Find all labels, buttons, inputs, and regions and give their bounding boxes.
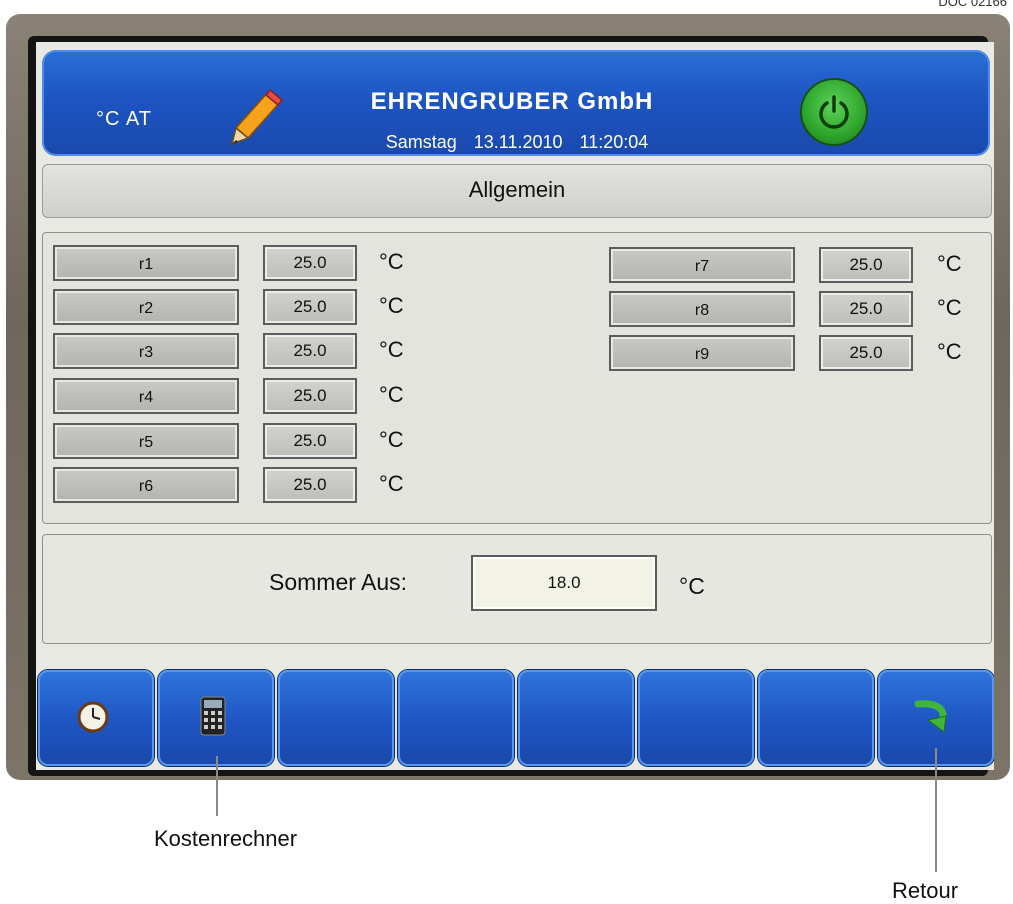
param-button-r1[interactable]: r1 — [53, 245, 239, 281]
pencil-icon[interactable] — [226, 86, 286, 150]
param-value-r5[interactable]: 25.0 — [263, 423, 357, 459]
param-button-r9[interactable]: r9 — [609, 335, 795, 371]
softkey-clock[interactable] — [38, 670, 154, 766]
callout-retour: Retour — [892, 878, 959, 903]
date-time: Samstag 13.11.2010 11:20:04 — [332, 132, 702, 153]
param-unit-r3: °C — [379, 337, 404, 362]
param-unit-r7: °C — [937, 251, 962, 276]
param-value-r7[interactable]: 25.0 — [819, 247, 913, 283]
weekday: Samstag — [385, 132, 457, 152]
softkey-4[interactable] — [398, 670, 514, 766]
summer-off-panel: Sommer Aus: 18.0 °C — [42, 534, 992, 644]
power-icon[interactable] — [802, 80, 866, 144]
company-name: EHRENGRUBER GmbH — [370, 88, 654, 115]
softkey-7[interactable] — [758, 670, 874, 766]
time: 11:20:04 — [579, 132, 649, 152]
parameter-panel: r1 25.0 °C r2 25.0 °C r3 25.0 °C r4 25.0… — [42, 232, 992, 524]
clock-icon — [76, 700, 110, 739]
param-unit-r8: °C — [937, 295, 962, 320]
param-value-r6[interactable]: 25.0 — [263, 467, 357, 503]
date: 13.11.2010 — [473, 132, 563, 152]
param-button-r6[interactable]: r6 — [53, 467, 239, 503]
param-unit-r9: °C — [937, 339, 962, 364]
param-unit-r1: °C — [379, 249, 404, 274]
param-button-r5[interactable]: r5 — [53, 423, 239, 459]
return-arrow-icon — [914, 698, 954, 741]
touch-screen: °C AT EHRENGRUBER GmbH Samstag 13.11.201… — [36, 42, 994, 770]
softkey-3[interactable] — [278, 670, 394, 766]
param-value-r3[interactable]: 25.0 — [263, 333, 357, 369]
param-value-r9[interactable]: 25.0 — [819, 335, 913, 371]
document-id: DOC 02166 — [938, 0, 1007, 9]
param-unit-r6: °C — [379, 471, 404, 496]
param-value-r4[interactable]: 25.0 — [263, 378, 357, 414]
param-button-r3[interactable]: r3 — [53, 333, 239, 369]
param-unit-r2: °C — [379, 293, 404, 318]
softkey-bar — [36, 670, 994, 770]
param-value-r1[interactable]: 25.0 — [263, 245, 357, 281]
softkey-5[interactable] — [518, 670, 634, 766]
softkey-cost-calculator[interactable] — [158, 670, 274, 766]
unit-indicator[interactable]: °C AT — [96, 108, 152, 131]
param-unit-r5: °C — [379, 427, 404, 452]
summer-off-value[interactable]: 18.0 — [471, 555, 657, 611]
param-button-r7[interactable]: r7 — [609, 247, 795, 283]
param-unit-r4: °C — [379, 382, 404, 407]
section-title: Allgemein — [468, 177, 566, 202]
callout-line-retour — [935, 748, 937, 872]
param-button-r2[interactable]: r2 — [53, 289, 239, 325]
softkey-6[interactable] — [638, 670, 754, 766]
calculator-icon — [200, 696, 226, 741]
param-button-r4[interactable]: r4 — [53, 378, 239, 414]
summer-off-label: Sommer Aus: — [269, 569, 408, 595]
callout-kostenrechner: Kostenrechner — [154, 826, 298, 851]
callout-line-kostenrechner — [216, 756, 218, 816]
param-button-r8[interactable]: r8 — [609, 291, 795, 327]
summer-off-unit: °C — [679, 573, 705, 599]
header-bar: °C AT EHRENGRUBER GmbH Samstag 13.11.201… — [42, 50, 990, 156]
section-header: Allgemein — [42, 164, 992, 218]
param-value-r8[interactable]: 25.0 — [819, 291, 913, 327]
param-value-r2[interactable]: 25.0 — [263, 289, 357, 325]
